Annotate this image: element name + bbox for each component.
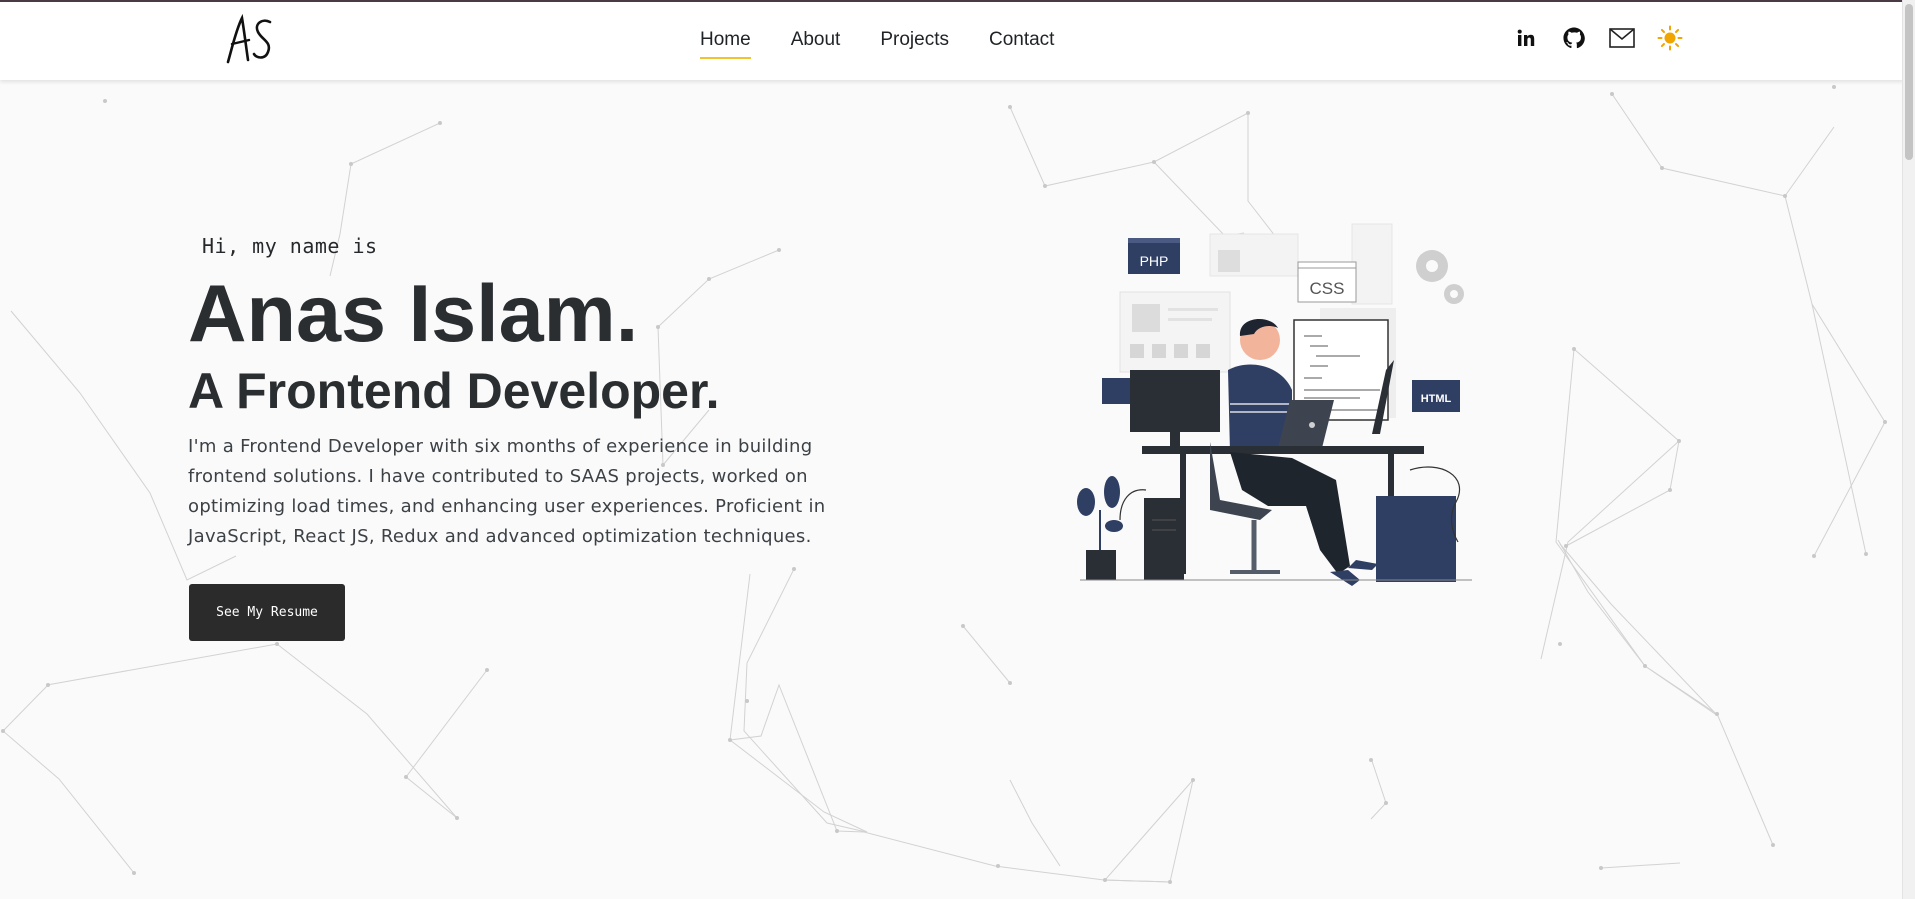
nav-home[interactable]: Home [700,29,751,59]
developer-illustration: PHP CSS HTML [1077,223,1472,586]
svg-text:HTML: HTML [1421,393,1452,405]
logo-mark-icon [226,13,272,64]
see-resume-button[interactable]: See My Resume [189,584,345,641]
hero-role: A Frontend Developer. [188,363,720,419]
navbar: Home About Projects Contact [0,2,1903,80]
nav-about[interactable]: About [791,29,841,57]
logo[interactable] [222,10,278,68]
scrollbar-thumb[interactable] [1905,4,1913,160]
svg-text:PHP: PHP [1140,253,1169,269]
scrollbar[interactable] [1902,0,1915,899]
mail-icon[interactable] [1608,24,1636,52]
nav-projects[interactable]: Projects [880,29,949,57]
hero-bio: I'm a Frontend Developer with six months… [188,436,826,547]
main-nav: Home About Projects Contact [700,29,1094,59]
page: Home About Projects Contact Hi, my name … [0,0,1915,899]
hero-section: Hi, my name is Anas Islam. A Frontend De… [0,0,1903,899]
linkedin-icon[interactable] [1512,24,1540,52]
greeting-text: Hi, my name is [202,234,378,258]
sun-icon[interactable] [1656,24,1684,52]
svg-text:CSS: CSS [1310,279,1345,298]
social-links [1512,24,1684,52]
hero-name: Anas Islam. [188,269,639,359]
nav-contact[interactable]: Contact [989,29,1054,57]
github-icon[interactable] [1560,24,1588,52]
